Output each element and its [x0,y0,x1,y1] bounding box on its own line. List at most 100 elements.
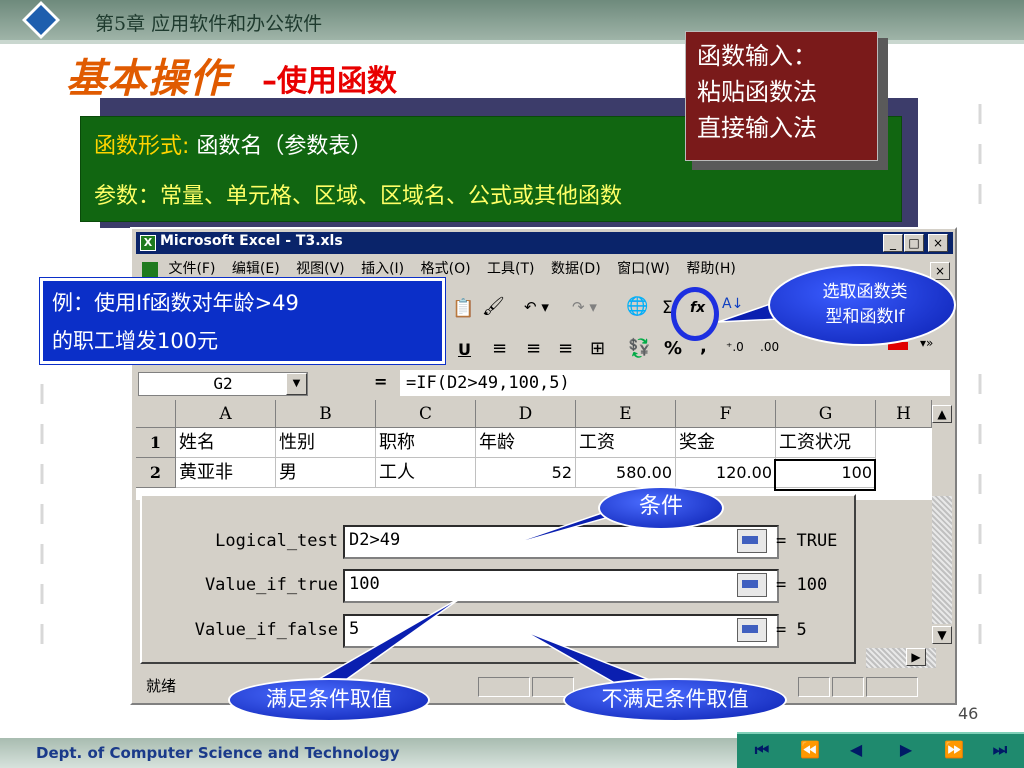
menu-view[interactable]: 视图(V) [296,261,345,277]
name-box[interactable]: G2 [138,372,308,396]
row-header[interactable]: 2 [136,458,176,488]
slide-title: 基本操作 [66,55,230,102]
menu-tools[interactable]: 工具(T) [487,261,534,277]
paste-icon[interactable]: 📋 [452,298,474,319]
menu-file[interactable]: 文件(F) [168,261,215,277]
condition-callout: 条件 [598,486,724,530]
formula-equals-icon[interactable]: = [374,372,387,391]
sort-ascending-icon[interactable]: A↓ [722,296,743,312]
underline-icon[interactable]: U [458,340,471,359]
cell-e1[interactable]: 工资 [576,428,676,458]
align-center-icon[interactable]: ≡ [526,338,541,359]
cell-c2[interactable]: 工人 [376,458,476,488]
arg-label-value-if-true: Value_if_true [204,575,338,595]
scroll-right-button[interactable]: ▶ [906,648,926,666]
toolbar-options-icon[interactable]: ▾» [920,336,933,350]
next-icon[interactable]: ▶ [888,736,924,764]
diamond-icon [22,1,60,39]
slide-navigation [737,732,1024,768]
function-form-text: 函数名（参数表） [196,134,373,159]
cell-d1[interactable]: 年龄 [476,428,576,458]
function-form-line: 函数形式: 函数名（参数表） [94,128,372,160]
cell-f2[interactable]: 120.00 [676,458,776,488]
parameters-line: 参数：常量、单元格、区域、区域名、公式或其他函数 [94,184,623,209]
menu-edit[interactable]: 编辑(E) [232,261,280,277]
decrease-decimal-icon[interactable]: .00 [760,340,779,354]
active-cell-selection [774,459,876,491]
arg-label-logical-test: Logical_test [215,531,338,551]
value-if-false-result: = 5 [776,620,807,640]
cell-b2[interactable]: 男 [276,458,376,488]
column-header[interactable]: G [776,400,876,428]
menu-format[interactable]: 格式(O) [421,261,471,277]
input-method-paste: 粘贴函数法 [697,78,817,106]
logical-test-result: = TRUE [776,531,838,551]
input-methods-text: 函数输入： 粘贴函数法 直接输入法 [697,38,817,146]
percent-icon[interactable]: % [664,338,682,359]
menu-insert[interactable]: 插入(I) [361,261,404,277]
format-painter-icon[interactable]: 🖌 [482,296,505,317]
increase-decimal-icon[interactable]: ⁺.0 [726,340,744,354]
align-left-icon[interactable]: ≡ [492,338,507,359]
cell-c1[interactable]: 职称 [376,428,476,458]
slide-subtitle: –使用函数 [262,64,397,99]
maximize-button[interactable]: □ [904,234,924,252]
column-header[interactable]: D [476,400,576,428]
name-box-dropdown[interactable]: ▼ [286,373,307,395]
currency-icon[interactable]: 💱 [628,338,650,359]
select-function-line-2: 型和函数If [825,307,905,327]
doc-icon[interactable] [142,262,158,278]
column-header[interactable]: C [376,400,476,428]
value-if-true-input[interactable]: 100 [343,569,779,603]
page-number: 46 [958,704,979,723]
hyperlink-icon[interactable]: 🌐 [626,296,648,317]
undo-icon[interactable]: ↶ ▾ [524,298,549,316]
column-header[interactable]: A [176,400,276,428]
column-header[interactable]: H [876,400,932,428]
previous-icon[interactable]: ◀ [838,736,874,764]
example-line-2: 的职工增发100元 [52,329,219,353]
cell-d2[interactable]: 52 [476,458,576,488]
scrollbar-track[interactable] [932,496,952,624]
close-button[interactable]: × [928,234,948,252]
column-header[interactable]: F [676,400,776,428]
column-header[interactable]: B [276,400,376,428]
example-line-1: 例：使用If函数对年龄>49 [52,291,299,315]
cell-b1[interactable]: 性别 [276,428,376,458]
cell-a1[interactable]: 姓名 [176,428,276,458]
collapse-dialog-icon[interactable] [737,529,767,553]
arg-label-value-if-false: Value_if_false [194,620,338,640]
excel-window-title: Microsoft Excel - T3.xls [160,233,343,249]
select-function-line-1: 选取函数类 [822,282,908,302]
last-slide-icon[interactable]: ⏭ [982,736,1018,764]
scroll-up-button[interactable]: ▲ [932,405,952,423]
collapse-dialog-icon[interactable] [737,618,767,642]
first-slide-icon[interactable]: ⏮ [744,736,780,764]
menu-window[interactable]: 窗口(W) [617,261,670,277]
cell-e2[interactable]: 580.00 [576,458,676,488]
excel-app-icon[interactable]: X [140,235,156,251]
forward-icon[interactable]: ⏩ [936,736,972,764]
formula-input[interactable]: =IF(D2>49,100,5) [400,370,950,396]
minimize-button[interactable]: _ [883,234,903,252]
back-icon[interactable]: ⏪ [792,736,828,764]
cell-a2[interactable]: 黄亚非 [176,458,276,488]
merge-center-icon[interactable]: ⊞ [590,338,605,359]
cell-g1[interactable]: 工资状况 [776,428,876,458]
select-all-corner[interactable] [136,400,176,428]
row-header[interactable]: 1 [136,428,176,458]
menu-data[interactable]: 数据(D) [551,261,601,277]
menu-help[interactable]: 帮助(H) [686,261,735,277]
select-function-text: 选取函数类 型和函数If [790,280,940,330]
cell-f1[interactable]: 奖金 [676,428,776,458]
scroll-down-button[interactable]: ▼ [932,626,952,644]
column-header[interactable]: E [576,400,676,428]
fx-highlight-ring [671,287,719,341]
logical-test-input[interactable]: D2>49 [343,525,779,559]
chapter-title: 第5章 应用软件和办公软件 [95,13,323,35]
align-right-icon[interactable]: ≡ [558,338,573,359]
value-if-false-input[interactable]: 5 [343,614,779,648]
collapse-dialog-icon[interactable] [737,573,767,597]
value-if-true-result: = 100 [776,575,828,595]
redo-icon[interactable]: ↷ ▾ [572,298,597,316]
